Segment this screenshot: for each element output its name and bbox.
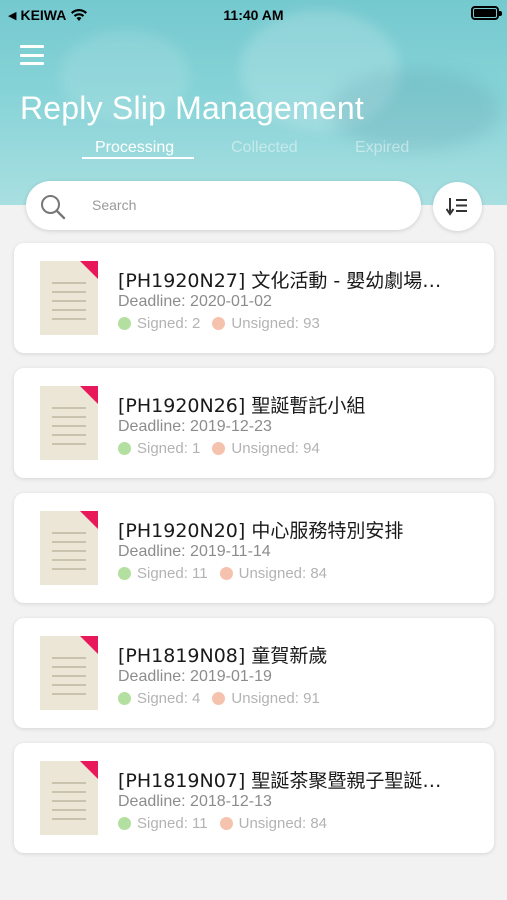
reply-slip-card[interactable]: [PH1819N08] 童賀新歲 Deadline: 2019-01-19 Si… <box>14 618 494 728</box>
unsigned-dot-icon <box>219 567 233 580</box>
tab-bar: Processing Collected Expired <box>0 139 507 163</box>
active-tab-indicator <box>82 157 194 159</box>
sort-button[interactable] <box>433 182 482 231</box>
slip-deadline: Deadline: 2019-11-14 <box>118 543 271 560</box>
signed-stat: Signed: 11 <box>118 815 208 832</box>
document-icon <box>40 761 98 835</box>
sort-icon <box>446 198 467 216</box>
search-input[interactable]: Search <box>26 181 421 230</box>
unsigned-dot-icon <box>212 442 226 455</box>
slip-title: [PH1819N07] 聖誕茶聚暨親子聖誕… <box>118 770 442 792</box>
status-right <box>471 6 502 20</box>
menu-icon-bar <box>20 53 44 57</box>
tab-processing[interactable]: Processing <box>95 139 174 157</box>
unsigned-count: Unsigned: 93 <box>231 315 320 332</box>
document-icon <box>40 261 98 335</box>
unsigned-count: Unsigned: 91 <box>231 690 320 707</box>
slip-deadline: Deadline: 2018-12-13 <box>118 793 272 810</box>
unsigned-stat: Unsigned: 84 <box>219 565 328 582</box>
search-icon <box>41 195 66 220</box>
battery-icon <box>471 6 502 20</box>
unsigned-count: Unsigned: 94 <box>231 440 320 457</box>
slip-stats: Signed: 4 Unsigned: 91 <box>118 690 332 707</box>
unsigned-stat: Unsigned: 93 <box>212 315 320 332</box>
slip-title: [PH1920N26] 聖誕暫託小組 <box>118 395 366 417</box>
reply-slip-card[interactable]: [PH1819N07] 聖誕茶聚暨親子聖誕… Deadline: 2018-12… <box>14 743 494 853</box>
slip-deadline: Deadline: 2019-12-23 <box>118 418 272 435</box>
unsigned-dot-icon <box>212 692 226 705</box>
signed-count: Signed: 1 <box>137 440 201 457</box>
unsigned-stat: Unsigned: 94 <box>212 440 320 457</box>
search-placeholder: Search <box>92 197 137 213</box>
header-banner: ◀ KEIWA 11:40 AM Reply Slip Management P… <box>0 0 507 205</box>
slip-title: [PH1819N08] 童賀新歲 <box>118 645 328 667</box>
unsigned-count: Unsigned: 84 <box>238 815 328 832</box>
signed-count: Signed: 2 <box>137 315 201 332</box>
menu-icon-bar <box>20 62 44 65</box>
slip-stats: Signed: 2 Unsigned: 93 <box>118 315 332 332</box>
slip-title: [PH1920N20] 中心服務特別安排 <box>118 520 404 542</box>
signed-stat: Signed: 4 <box>118 690 200 707</box>
reply-slip-card[interactable]: [PH1920N20] 中心服務特別安排 Deadline: 2019-11-1… <box>14 493 494 603</box>
signed-dot-icon <box>118 692 131 705</box>
document-icon <box>40 511 98 585</box>
signed-count: Signed: 11 <box>137 815 208 832</box>
document-icon <box>40 636 98 710</box>
slip-title: [PH1920N27] 文化活動 - 嬰幼劇場… <box>118 270 442 292</box>
tab-collected[interactable]: Collected <box>231 139 298 157</box>
reply-slip-card[interactable]: [PH1920N26] 聖誕暫託小組 Deadline: 2019-12-23 … <box>14 368 494 478</box>
unsigned-stat: Unsigned: 91 <box>212 690 320 707</box>
status-bar: ◀ KEIWA 11:40 AM <box>0 0 507 30</box>
signed-dot-icon <box>118 567 131 580</box>
signed-dot-icon <box>118 442 131 455</box>
unsigned-dot-icon <box>219 817 233 830</box>
page-title: Reply Slip Management <box>20 90 364 126</box>
slip-stats: Signed: 11 Unsigned: 84 <box>118 815 339 832</box>
signed-stat: Signed: 11 <box>118 565 208 582</box>
slip-deadline: Deadline: 2019-01-19 <box>118 668 272 685</box>
unsigned-dot-icon <box>212 317 226 330</box>
status-time: 11:40 AM <box>223 7 284 23</box>
signed-dot-icon <box>118 817 131 830</box>
menu-button[interactable] <box>20 45 44 65</box>
menu-icon-bar <box>20 45 44 48</box>
signed-count: Signed: 11 <box>137 565 208 582</box>
slip-stats: Signed: 1 Unsigned: 94 <box>118 440 332 457</box>
tab-expired[interactable]: Expired <box>355 139 409 157</box>
signed-dot-icon <box>118 317 131 330</box>
unsigned-stat: Unsigned: 84 <box>219 815 328 832</box>
reply-slip-card[interactable]: [PH1920N27] 文化活動 - 嬰幼劇場… Deadline: 2020-… <box>14 243 494 353</box>
signed-stat: Signed: 1 <box>118 440 200 457</box>
slip-stats: Signed: 11 Unsigned: 84 <box>118 565 339 582</box>
unsigned-count: Unsigned: 84 <box>238 565 328 582</box>
document-icon <box>40 386 98 460</box>
signed-count: Signed: 4 <box>137 690 201 707</box>
signed-stat: Signed: 2 <box>118 315 200 332</box>
slip-deadline: Deadline: 2020-01-02 <box>118 293 272 310</box>
